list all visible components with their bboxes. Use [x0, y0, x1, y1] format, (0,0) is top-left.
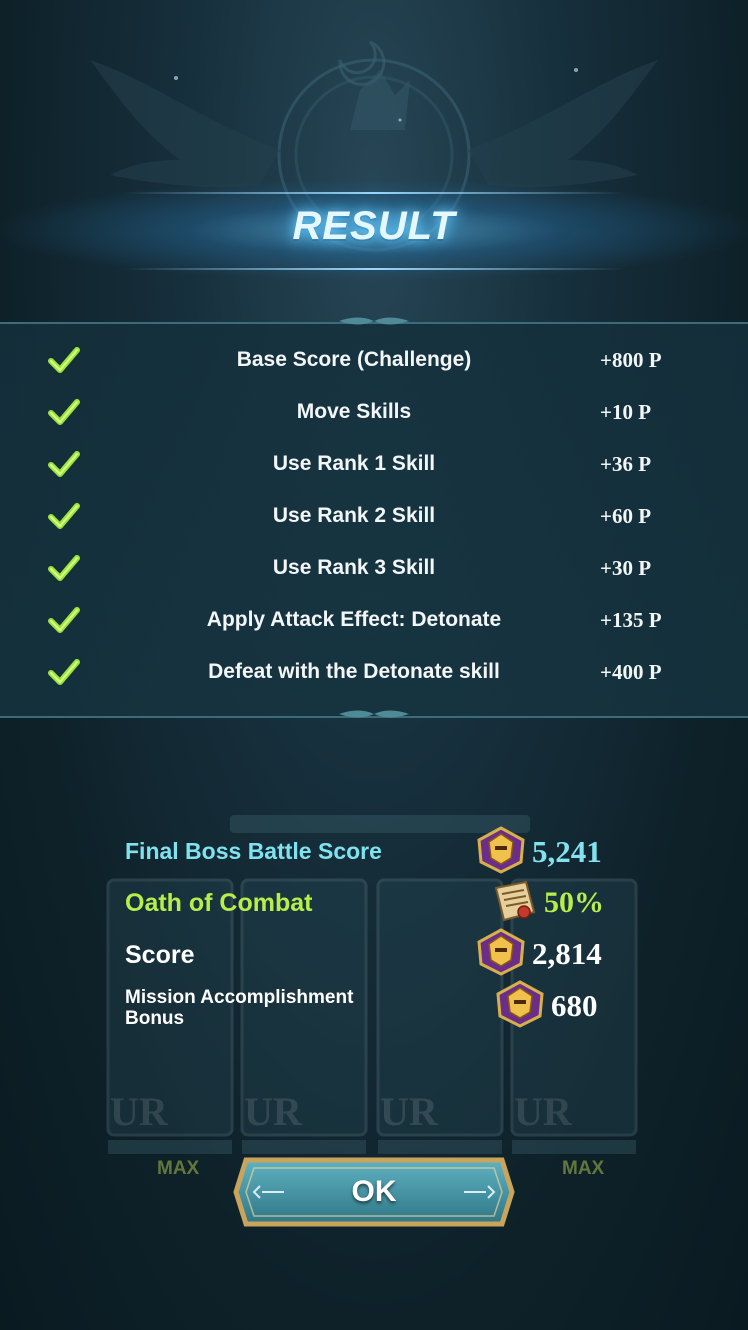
card-max-tag: MAX: [157, 1158, 200, 1179]
mission-accomplishment-bonus-label: Mission Accomplishment Bonus: [125, 987, 354, 1029]
mission-label: Use Rank 1 Skill: [272, 452, 436, 475]
mission-row: Defeat with the Detonate skill +400 P: [0, 652, 748, 692]
oath-of-combat-value: 50%: [544, 886, 604, 919]
final-boss-battle-score-value: 5,241: [532, 834, 602, 869]
check-icon: [48, 607, 80, 633]
mission-points: +400 P: [600, 660, 662, 684]
check-icon: [48, 503, 80, 529]
card-max-tag: MAX: [562, 1158, 605, 1179]
mission-list-panel: Base Score (Challenge) +800 P Move Skill…: [0, 322, 748, 718]
ok-button[interactable]: OK: [232, 1154, 516, 1230]
mission-row: Use Rank 2 Skill +60 P: [0, 496, 748, 536]
score-value: 2,814: [532, 936, 602, 971]
mission-points: +30 P: [600, 556, 652, 580]
panel-ornament-bottom: [339, 710, 409, 718]
mission-label: Defeat with the Detonate skill: [208, 660, 500, 683]
helmet-crest-icon: [496, 980, 544, 1028]
mission-label: Base Score (Challenge): [236, 348, 472, 371]
mission-row: Use Rank 1 Skill +36 P: [0, 444, 748, 484]
mission-label: Use Rank 3 Skill: [272, 556, 436, 579]
ok-button-label: OK: [351, 1175, 397, 1208]
mission-label: Use Rank 2 Skill: [272, 504, 436, 527]
svg-text:UR: UR: [380, 1089, 439, 1134]
victory-emblem: [90, 40, 658, 252]
mission-points: +60 P: [600, 504, 652, 528]
panel-ornament-top: [339, 317, 409, 325]
mission-row: Apply Attack Effect: Detonate +135 P: [0, 600, 748, 640]
mission-points: +800 P: [600, 348, 662, 372]
svg-text:UR: UR: [244, 1089, 303, 1134]
helmet-crest-icon: [477, 928, 525, 976]
mission-label: Move Skills: [296, 400, 412, 423]
check-icon: [48, 659, 80, 685]
result-title: RESULT: [292, 204, 456, 248]
mission-points: +36 P: [600, 452, 652, 476]
mission-row: Move Skills +10 P: [0, 392, 748, 432]
mission-points: +10 P: [600, 400, 652, 424]
final-boss-battle-score-label: Final Boss Battle Score: [125, 838, 382, 864]
banner-divider-bottom: [124, 268, 624, 270]
check-icon: [48, 451, 80, 477]
check-icon: [48, 347, 80, 373]
mission-row: Use Rank 3 Skill +30 P: [0, 548, 748, 588]
svg-text:UR: UR: [514, 1089, 573, 1134]
mission-accomplishment-bonus-value: 680: [551, 988, 598, 1023]
score-label: Score: [125, 941, 195, 969]
mission-label: Apply Attack Effect: Detonate: [206, 608, 502, 631]
mission-points: +135 P: [600, 608, 662, 632]
check-icon: [48, 399, 80, 425]
oath-of-combat-label: Oath of Combat: [125, 889, 313, 917]
scroll-icon: [494, 880, 536, 922]
helmet-crest-icon: [477, 826, 525, 874]
mission-row: Base Score (Challenge) +800 P: [0, 340, 748, 380]
svg-text:UR: UR: [110, 1089, 169, 1134]
check-icon: [48, 555, 80, 581]
banner-divider-top: [124, 192, 624, 194]
